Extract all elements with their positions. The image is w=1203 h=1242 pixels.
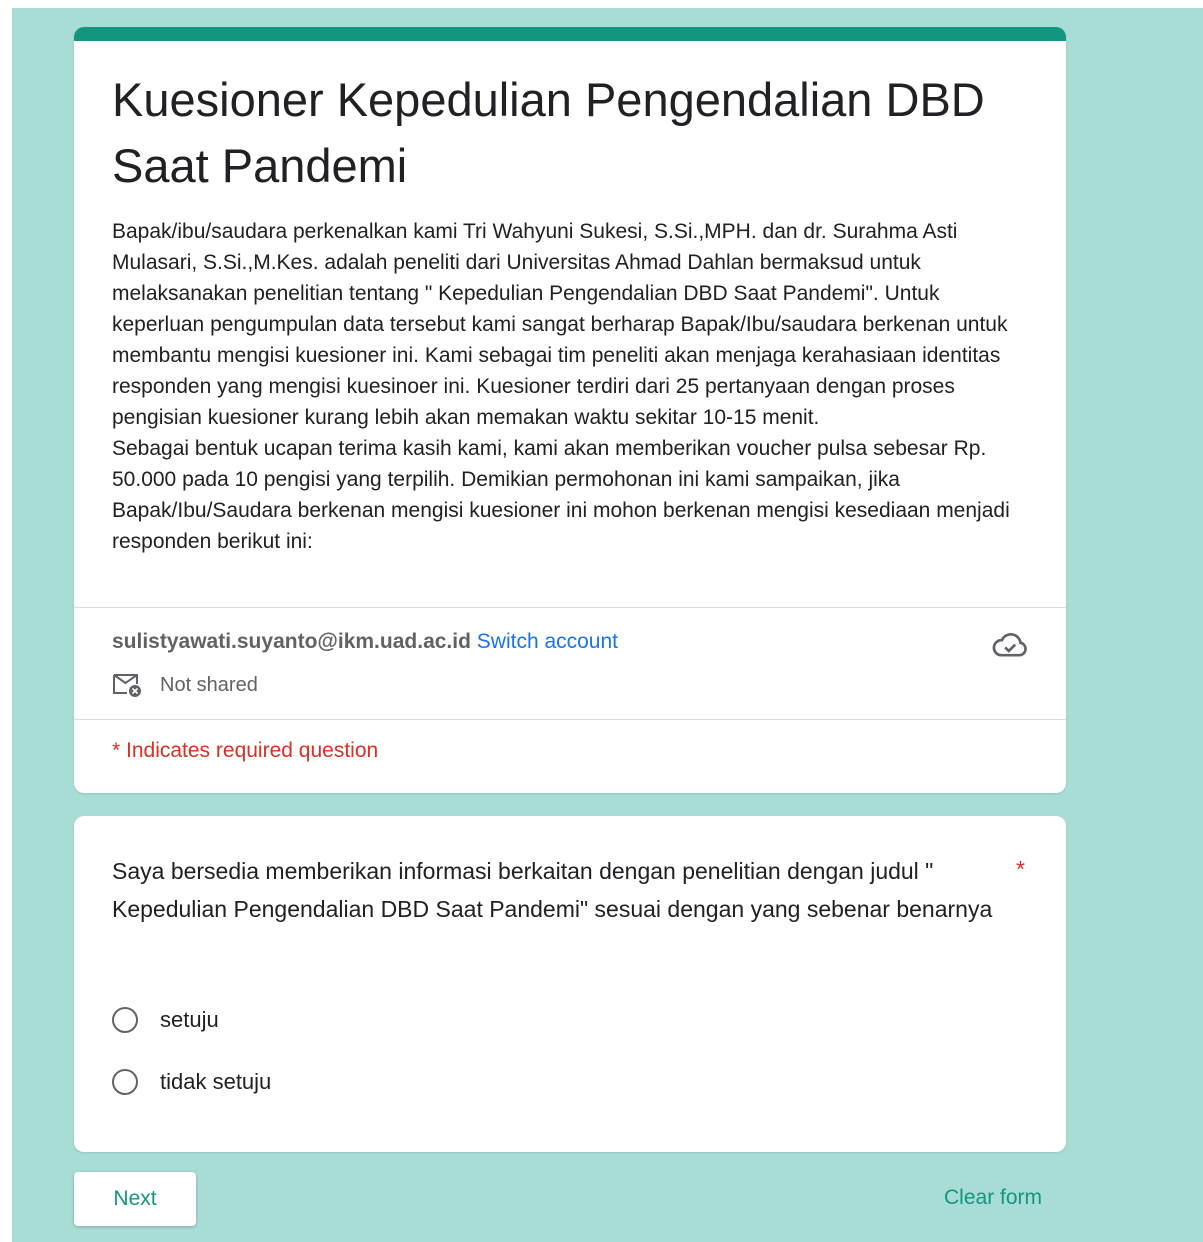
question-text: Saya bersedia memberikan informasi berka…: [112, 858, 993, 922]
cloud-done-icon: [992, 633, 1027, 657]
radio-button[interactable]: [112, 1007, 138, 1033]
account-row: sulistyawati.suyanto@ikm.uad.ac.id Switc…: [112, 628, 618, 656]
account-email: sulistyawati.suyanto@ikm.uad.ac.id: [112, 630, 471, 653]
option-label: tidak setuju: [160, 1069, 272, 1094]
divider: [74, 607, 1066, 608]
mail-not-shared-icon: [113, 674, 141, 697]
required-asterisk: *: [1016, 856, 1025, 882]
radio-button[interactable]: [112, 1069, 138, 1095]
shared-status-label: Not shared: [160, 673, 258, 696]
form-title: Kuesioner Kepedulian Pengendalian DBD Sa…: [112, 67, 1032, 199]
option-tidak-setuju[interactable]: tidak setuju: [112, 1069, 271, 1095]
form-description: Bapak/ibu/saudara perkenalkan kami Tri W…: [112, 216, 1037, 557]
form-header-card: Kuesioner Kepedulian Pengendalian DBD Sa…: [74, 27, 1066, 793]
option-label: setuju: [160, 1007, 219, 1032]
next-button[interactable]: Next: [74, 1172, 196, 1226]
option-setuju[interactable]: setuju: [112, 1007, 219, 1033]
header-accent-bar: [74, 27, 1066, 41]
description-paragraph-2: Sebagai bentuk ucapan terima kasih kami,…: [112, 437, 1010, 553]
form-title-line-1: Kuesioner Kepedulian Pengendalian DBD: [112, 73, 985, 126]
form-title-line-2: Saat Pandemi: [112, 139, 408, 192]
switch-account-link[interactable]: Switch account: [477, 630, 618, 653]
question-card: Saya bersedia memberikan informasi berka…: [74, 816, 1066, 1152]
clear-form-button[interactable]: Clear form: [944, 1186, 1042, 1210]
shared-status-row: Not shared: [112, 672, 258, 698]
description-paragraph-1: Bapak/ibu/saudara perkenalkan kami Tri W…: [112, 220, 1008, 429]
required-question-note: * Indicates required question: [112, 739, 379, 762]
divider: [74, 719, 1066, 720]
